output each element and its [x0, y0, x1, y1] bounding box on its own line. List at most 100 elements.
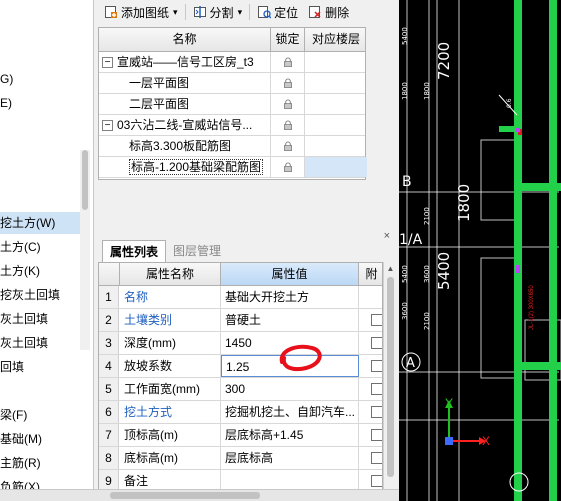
drawing-list-row[interactable]: 标高3.300板配筋图 [99, 136, 365, 157]
column-header-property-name[interactable]: 属性名称 [120, 263, 221, 285]
attach-checkbox[interactable] [371, 429, 382, 441]
drawing-name-label: 宣威站——信号工区房_t3 [117, 55, 254, 69]
cad-beam [514, 362, 561, 370]
attach-checkbox[interactable] [371, 360, 382, 372]
column-header-lock[interactable]: 锁定 [271, 28, 305, 51]
floor-cell[interactable] [305, 52, 367, 72]
tab-layer-management[interactable]: 图层管理 [166, 240, 228, 262]
lock-icon [283, 120, 292, 130]
left-scrollbar[interactable] [80, 150, 90, 350]
drawing-name-cell[interactable]: 一层平面图 [99, 73, 271, 93]
attach-checkbox[interactable] [371, 452, 382, 464]
nav-item-main-rebar[interactable]: 主筋(R) [0, 452, 41, 474]
ucs-origin [445, 437, 453, 445]
locate-icon [257, 5, 272, 19]
lock-cell[interactable] [271, 73, 305, 93]
cad-drawing-canvas[interactable]: 7200 1800 5400 5400 1800 5400 3600 1800 … [399, 0, 561, 501]
nav-item-lime-backfill-dig[interactable]: 挖灰土回填 [0, 284, 60, 306]
property-row[interactable]: 5 工作面宽(mm) 300 [99, 378, 382, 401]
property-row[interactable]: 1 名称 基础大开挖土方 [99, 286, 382, 309]
horizontal-scrollbar-thumb[interactable] [110, 492, 260, 499]
property-row[interactable]: 7 顶标高(m) 层底标高+1.45 [99, 424, 382, 447]
collapse-icon[interactable]: − [102, 57, 113, 69]
column-header-property-value[interactable]: 属性值 [221, 263, 359, 285]
drawing-name-cell[interactable]: 标高-1.200基础梁配筋图 [99, 157, 271, 177]
property-value[interactable]: 300 [221, 378, 359, 400]
property-value[interactable]: 挖掘机挖土、自卸汽车... [221, 401, 359, 423]
delete-button[interactable]: 删除 [303, 1, 354, 23]
cad-annotation: 0.6 [506, 98, 513, 108]
ucs-y-label: Y [445, 396, 453, 410]
drawing-list-row[interactable]: 标高-1.200基础梁配筋图 [99, 157, 367, 178]
horizontal-scrollbar[interactable] [0, 489, 400, 501]
drawing-name-label: 标高3.300板配筋图 [129, 139, 232, 153]
nav-item-beam-f[interactable]: 梁(F) [0, 404, 27, 426]
tab-property-list[interactable]: 属性列表 [102, 240, 167, 262]
attach-checkbox[interactable] [371, 406, 382, 418]
lock-icon [283, 162, 292, 172]
cad-column-mark [516, 265, 520, 273]
property-scrollbar[interactable]: ▲ [383, 262, 396, 495]
property-row[interactable]: 6 挖土方式 挖掘机挖土、自卸汽车... [99, 401, 382, 424]
properties-panel: × 属性列表 图层管理 属性名称 属性值 附 1 名称 基础大开挖土方 2 土壤类别 普硬… [98, 230, 396, 495]
toolbar-separator [184, 4, 186, 20]
lock-cell[interactable] [271, 94, 305, 114]
property-value[interactable]: 基础大开挖土方 [221, 286, 359, 308]
column-header-attach[interactable]: 附 [359, 263, 382, 285]
scroll-up-icon[interactable]: ▲ [384, 262, 397, 276]
drawing-name-cell[interactable]: 二层平面图 [99, 94, 271, 114]
column-header-name[interactable]: 名称 [99, 28, 271, 51]
property-name: 挖土方式 [120, 401, 221, 423]
property-name: 深度(mm) [120, 332, 221, 354]
property-value[interactable]: 层底标高+1.45 [221, 424, 359, 446]
property-row[interactable]: 8 底标高(m) 层底标高 [99, 447, 382, 470]
add-drawing-icon [104, 5, 118, 19]
floor-cell[interactable] [305, 94, 367, 114]
lock-cell[interactable] [271, 157, 305, 177]
property-row[interactable]: 2 土壤类别 普硬土 [99, 309, 382, 332]
property-index: 4 [99, 355, 119, 377]
attach-checkbox[interactable] [371, 383, 382, 395]
drawing-list-row[interactable]: 一层平面图 [99, 73, 365, 94]
split-button[interactable]: 分割 ▾ [188, 1, 248, 23]
nav-item-earthwork-k[interactable]: 土方(K) [0, 260, 40, 282]
property-row[interactable]: 3 深度(mm) 1450 [99, 332, 382, 355]
property-row[interactable]: 4 放坡系数 1.25 [99, 355, 382, 378]
lock-cell[interactable] [271, 52, 305, 72]
nav-item-earthwork-c[interactable]: 土方(C) [0, 236, 41, 258]
property-scrollbar-thumb[interactable] [387, 277, 394, 477]
red-circle-annotation [279, 344, 322, 372]
attach-checkbox[interactable] [371, 337, 382, 349]
nav-item-foundation-m[interactable]: 基础(M) [0, 428, 42, 450]
lock-cell[interactable] [271, 136, 305, 156]
floor-cell[interactable] [305, 115, 367, 135]
nav-item-lime-backfill[interactable]: 灰土回填 [0, 308, 48, 330]
locate-button[interactable]: 定位 [252, 1, 303, 23]
property-value[interactable]: 层底标高 [221, 447, 359, 469]
delete-icon [308, 5, 322, 19]
add-drawing-button[interactable]: 添加图纸 ▾ [99, 1, 183, 23]
column-header-floor[interactable]: 对应楼层 [305, 28, 367, 51]
floor-cell[interactable] [305, 136, 367, 156]
floor-cell[interactable] [305, 73, 367, 93]
nav-item-e[interactable]: E) [0, 92, 12, 114]
drawing-name-cell[interactable]: −03六沾二线-宣威站信号... [99, 115, 271, 135]
lock-cell[interactable] [271, 115, 305, 135]
drawing-name-cell[interactable]: − 宣威站——信号工区房_t3 [99, 52, 271, 72]
lock-icon [283, 141, 292, 151]
property-value[interactable]: 普硬土 [221, 309, 359, 331]
cad-dim-7200: 7200 [435, 42, 453, 80]
nav-item-g[interactable]: G) [0, 68, 13, 90]
nav-item-excavation[interactable]: 挖土方(W) [0, 212, 80, 234]
drawing-name-cell[interactable]: 标高3.300板配筋图 [99, 136, 271, 156]
floor-cell[interactable] [305, 157, 367, 177]
attach-checkbox[interactable] [371, 475, 382, 487]
drawing-list-row[interactable]: 二层平面图 [99, 94, 365, 115]
drawing-list-row[interactable]: −03六沾二线-宣威站信号... [99, 115, 365, 136]
nav-item-backfill[interactable]: 回填 [0, 356, 24, 378]
attach-checkbox[interactable] [371, 314, 382, 326]
collapse-icon[interactable]: − [102, 120, 113, 132]
nav-item-lime-backfill-2[interactable]: 灰土回填 [0, 332, 48, 354]
drawing-list-row[interactable]: − 宣威站——信号工区房_t3 [99, 52, 365, 73]
left-scrollbar-thumb[interactable] [82, 150, 88, 210]
